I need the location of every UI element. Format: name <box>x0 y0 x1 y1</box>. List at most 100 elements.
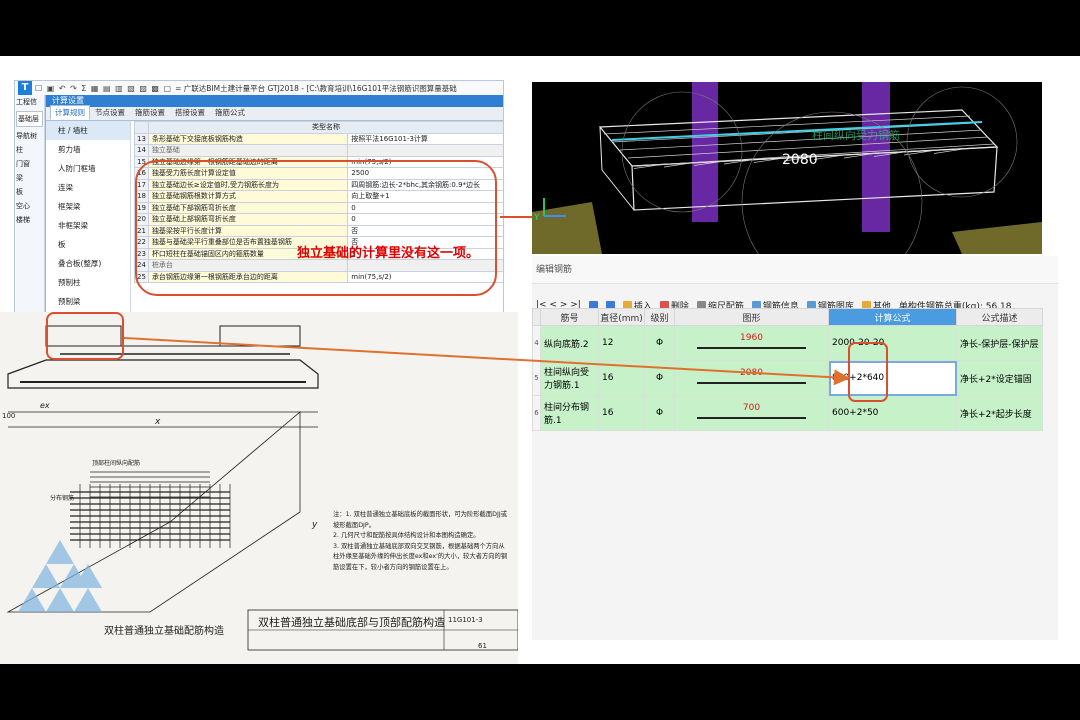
ground-slab <box>532 202 602 254</box>
left-nav-strip: 工程信 基础层 导航树 柱 门窗 梁 板 空心 楼梯 <box>15 95 45 319</box>
watermark-logo <box>18 540 102 612</box>
category-item[interactable]: 预制柱 <box>46 273 130 292</box>
svg-text:ex: ex <box>40 401 50 410</box>
app-title: = 广联达BIM土建计量平台 GTJ2018 - [C:\教育培训\16G101… <box>175 83 457 93</box>
strip-item[interactable]: 空心 <box>15 199 44 213</box>
shape-line <box>697 417 806 419</box>
category-item[interactable]: 非框架梁 <box>46 216 130 235</box>
strip-item[interactable]: 梁 <box>15 171 44 185</box>
rebar-number[interactable]: 柱间分布钢筋.1 <box>540 395 599 431</box>
rebar-number[interactable]: 纵向底筋.2 <box>540 325 599 361</box>
rebar-shape[interactable]: 2080 <box>674 360 829 396</box>
rebar-row[interactable]: 4 纵向底筋.2 12 Φ 1960 2000-20-20 净长-保护层-保护层 <box>532 325 1043 361</box>
ground-slab <box>952 222 1042 254</box>
highlight-oval <box>135 160 497 296</box>
svg-text:x: x <box>154 417 161 427</box>
svg-text:分布钢筋: 分布钢筋 <box>50 494 74 502</box>
rebar-bar <box>619 129 983 151</box>
drawing-caption: 双柱普通独立基础配筋构造 <box>104 626 224 637</box>
note-line: 注：1. 双柱普通独立基础底板的截面形状，可为阶形截面DJJ或坡形截面DJP。 <box>333 511 507 529</box>
rebar-diameter[interactable]: 16 <box>598 360 645 396</box>
svg-text:100: 100 <box>2 412 15 420</box>
row-index: 5 <box>532 360 541 396</box>
shape-length: 2080 <box>740 368 763 378</box>
tab-calc-rules[interactable]: 计算规则 <box>50 105 90 120</box>
col-header[interactable]: 筋号 <box>540 308 599 326</box>
rebar-shape[interactable]: 1960 <box>674 325 829 361</box>
rebar-formula[interactable]: 600+2*50 <box>828 395 957 431</box>
rebar-shape[interactable]: 700 <box>674 395 829 431</box>
drawing-art: 100 ex x 顶部柱间纵向配筋 分布钢筋 y <box>2 325 518 651</box>
strip-item[interactable]: 工程信 <box>15 95 44 109</box>
tab-node-settings[interactable]: 节点设置 <box>90 105 130 120</box>
app-logo: T <box>18 81 32 95</box>
settings-row[interactable]: 13 条形基础下交接底板钢筋构造 按照平法16G101-3计算 <box>134 132 503 145</box>
rebar-table: 筋号 直径(mm) 级别 图形 计算公式 公式描述 4 纵向底筋.2 12 Φ 1960… <box>532 308 1043 431</box>
callout-text: 独立基础的计算里没有这一项。 <box>297 246 480 261</box>
column-right <box>862 82 890 232</box>
strip-item[interactable]: 门窗 <box>15 157 44 171</box>
tab-stirrup-formula[interactable]: 箍筋公式 <box>210 105 250 120</box>
rebar-grade[interactable]: Φ <box>644 360 675 396</box>
rebar-3d-render: 2080 柱间纵向受力钢筋 Y <box>532 82 1042 254</box>
rebar-number[interactable]: 柱间纵向受力钢筋.1 <box>540 360 599 396</box>
category-item[interactable]: 预制梁 <box>46 292 130 311</box>
rebar-mesh <box>70 471 231 548</box>
setting-value[interactable] <box>347 144 503 157</box>
category-item[interactable]: 板 <box>46 235 130 254</box>
strip-item[interactable]: 板 <box>15 185 44 199</box>
category-item[interactable]: 柱 / 墙柱 <box>46 121 130 140</box>
row-index: 4 <box>532 325 541 361</box>
rebar-formula-desc[interactable]: 净长+2*设定锚固 <box>956 360 1043 396</box>
col-header[interactable]: 图形 <box>674 308 829 326</box>
strip-item[interactable]: 柱 <box>15 143 44 157</box>
note-line: 2. 几何尺寸和配筋按具体结构设计和本图构造确定。 <box>333 532 480 539</box>
col-header[interactable]: 级别 <box>644 308 675 326</box>
col-header[interactable]: 计算公式 <box>828 308 957 326</box>
category-item[interactable]: 人防门框墙 <box>46 159 130 178</box>
grid-header: 类型名称 <box>147 121 503 134</box>
drawing-highlight-box <box>46 312 124 360</box>
rebar-row[interactable]: 5 柱间纵向受力钢筋.1 16 Φ 2080 800+2*640 净长+2*设定锚固 <box>532 360 1043 396</box>
viewport-3d[interactable]: 2080 柱间纵向受力钢筋 Y <box>532 82 1042 254</box>
rebar-editor: 编辑钢筋 |< < > >| 插入 删除 缩尺配筋 钢筋信息 钢筋图库 其他 单… <box>532 256 1058 640</box>
shape-line <box>697 382 806 384</box>
shape-line <box>697 347 806 349</box>
setting-value[interactable]: 按照平法16G101-3计算 <box>347 132 503 145</box>
col-header[interactable]: 公式描述 <box>956 308 1043 326</box>
strip-item[interactable]: 导航树 <box>15 129 44 143</box>
drawing-notes: 注：1. 双柱普通独立基础底板的截面形状，可为阶形截面DJJ或坡形截面DJP。 … <box>333 510 511 573</box>
rebar-grade[interactable]: Φ <box>644 395 675 431</box>
editor-title: 编辑钢筋 <box>532 256 1058 284</box>
category-item[interactable]: 连梁 <box>46 178 130 197</box>
tab-lap-settings[interactable]: 搭接设置 <box>170 105 210 120</box>
row-index: 6 <box>532 395 541 431</box>
col-header[interactable]: 直径(mm) <box>598 308 645 326</box>
quick-access-toolbar[interactable]: ☐ ▣ ↶ ↷ Σ ▦ ▤ ▥ ▧ ▨ ▩ ▢ <box>35 84 172 93</box>
category-item[interactable]: 叠合板(整厚) <box>46 254 130 273</box>
rebar-diameter[interactable]: 12 <box>598 325 645 361</box>
row-number: 14 <box>134 144 149 157</box>
strip-item[interactable]: 基础层 <box>16 111 43 127</box>
atlas-number: 11G101-3 <box>448 616 483 624</box>
svg-text:y: y <box>311 520 318 530</box>
setting-name: 独立基础 <box>147 144 349 157</box>
rebar-name-3d: 柱间纵向受力钢筋 <box>812 128 900 142</box>
category-item[interactable]: 框架梁 <box>46 197 130 216</box>
rebar-grade[interactable]: Φ <box>644 325 675 361</box>
category-item[interactable]: 剪力墙 <box>46 140 130 159</box>
formula-highlight-oval <box>848 342 888 402</box>
shape-length: 1960 <box>740 333 763 343</box>
rebar-body: 4 纵向底筋.2 12 Φ 1960 2000-20-20 净长-保护层-保护层 5 柱间纵向受… <box>532 325 1043 431</box>
tab-stirrup-settings[interactable]: 箍筋设置 <box>130 105 170 120</box>
settings-row[interactable]: 14 独立基础 <box>134 144 503 157</box>
dim-label-3d: 2080 <box>782 152 818 168</box>
rebar-diameter[interactable]: 16 <box>598 395 645 431</box>
app-titlebar: T ☐ ▣ ↶ ↷ Σ ▦ ▤ ▥ ▧ ▨ ▩ ▢ = 广联达BIM土建计量平台… <box>15 81 503 95</box>
rebar-formula-desc[interactable]: 净长+2*起步长度 <box>956 395 1043 431</box>
dialog-tabs: 计算规则 节点设置 箍筋设置 搭接设置 箍筋公式 <box>46 105 503 121</box>
rebar-row[interactable]: 6 柱间分布钢筋.1 16 Φ 700 600+2*50 净长+2*起步长度 <box>532 395 1043 431</box>
rebar-formula-desc[interactable]: 净长-保护层-保护层 <box>956 325 1043 361</box>
strip-item[interactable]: 楼梯 <box>15 213 44 227</box>
row-number: 13 <box>134 132 149 145</box>
